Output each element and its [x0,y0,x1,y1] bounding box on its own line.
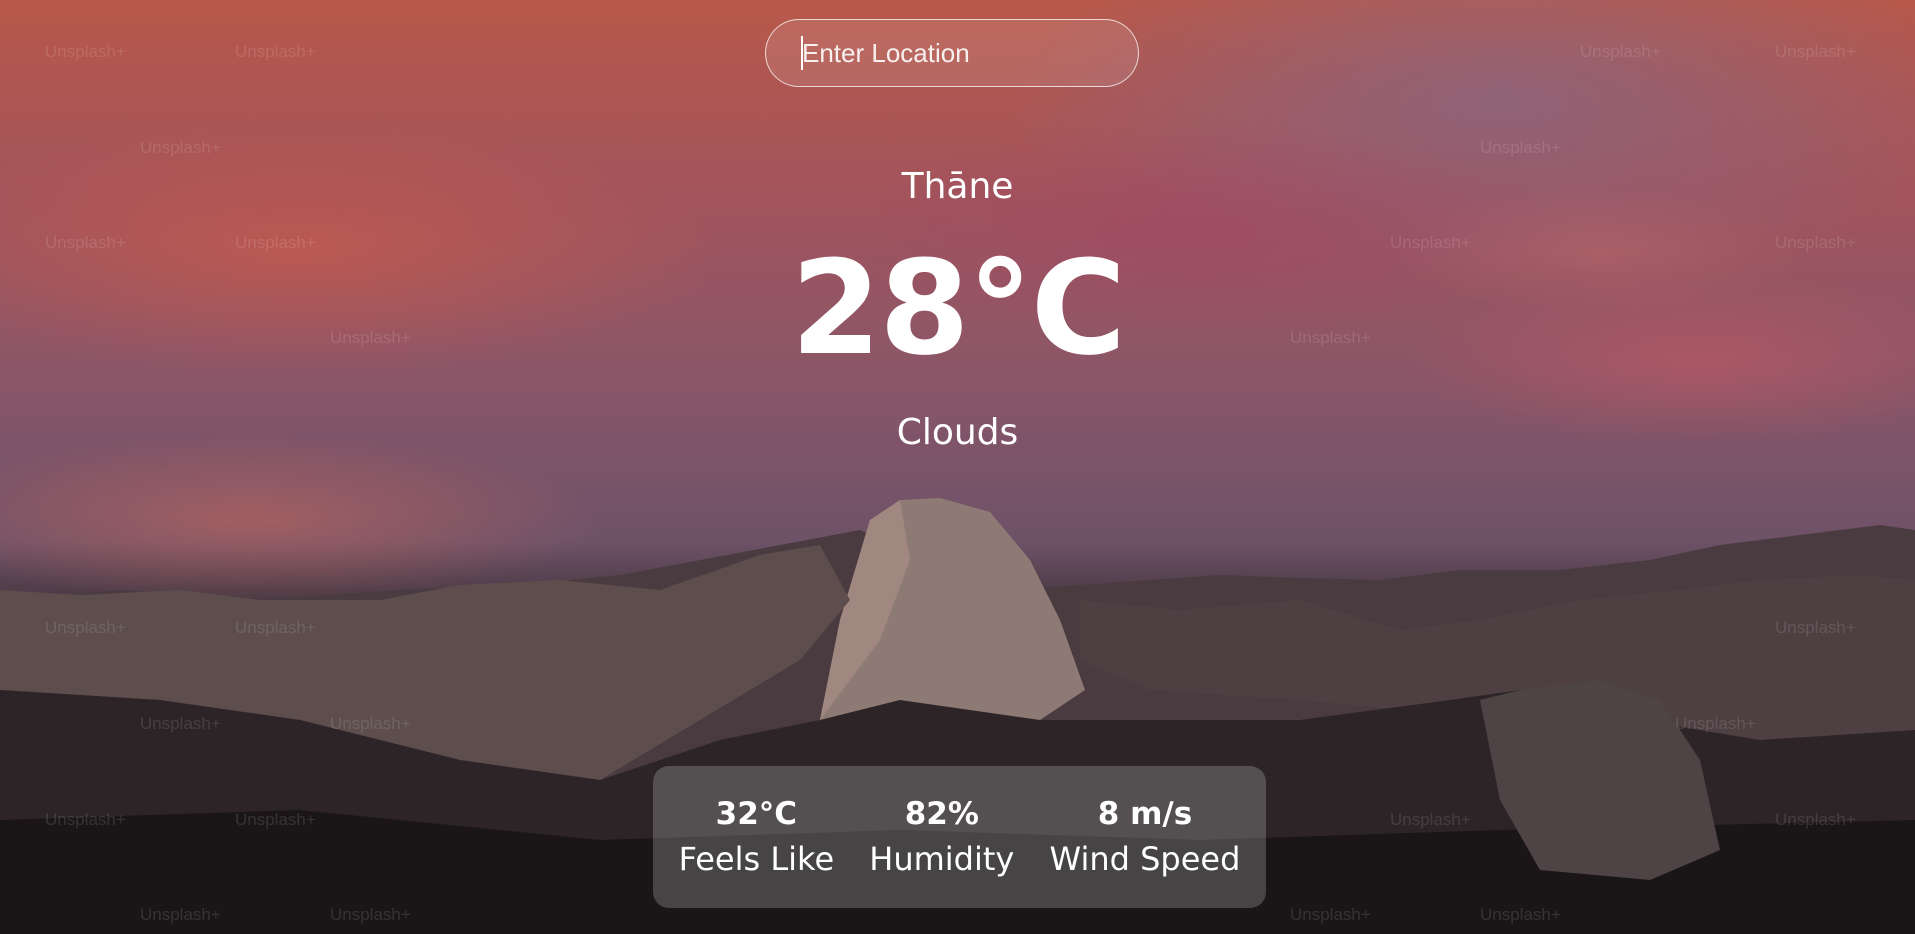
location-name: Thāne [901,166,1014,207]
feels-like-value: 32°C [715,796,798,832]
wind-speed-label: Wind Speed [1049,840,1241,878]
humidity-label: Humidity [869,840,1015,878]
current-temperature: 28°C [790,232,1126,384]
location-search-input[interactable] [765,19,1139,87]
weather-app: Unsplash+ Unsplash+ Unsplash+ Unsplash+ … [0,0,1915,934]
wind-speed-value: 8 m/s [1097,796,1193,832]
stat-feels-like: 32°C Feels Like [679,796,835,878]
location-search [765,19,1139,87]
stat-wind-speed: 8 m/s Wind Speed [1050,796,1241,878]
stat-humidity: 82% Humidity [869,796,1014,878]
text-cursor [801,36,803,70]
weather-condition: Clouds [896,412,1019,453]
feels-like-label: Feels Like [678,840,835,878]
humidity-value: 82% [904,796,979,832]
weather-stats-panel: 32°C Feels Like 82% Humidity 8 m/s Wind … [653,766,1266,908]
